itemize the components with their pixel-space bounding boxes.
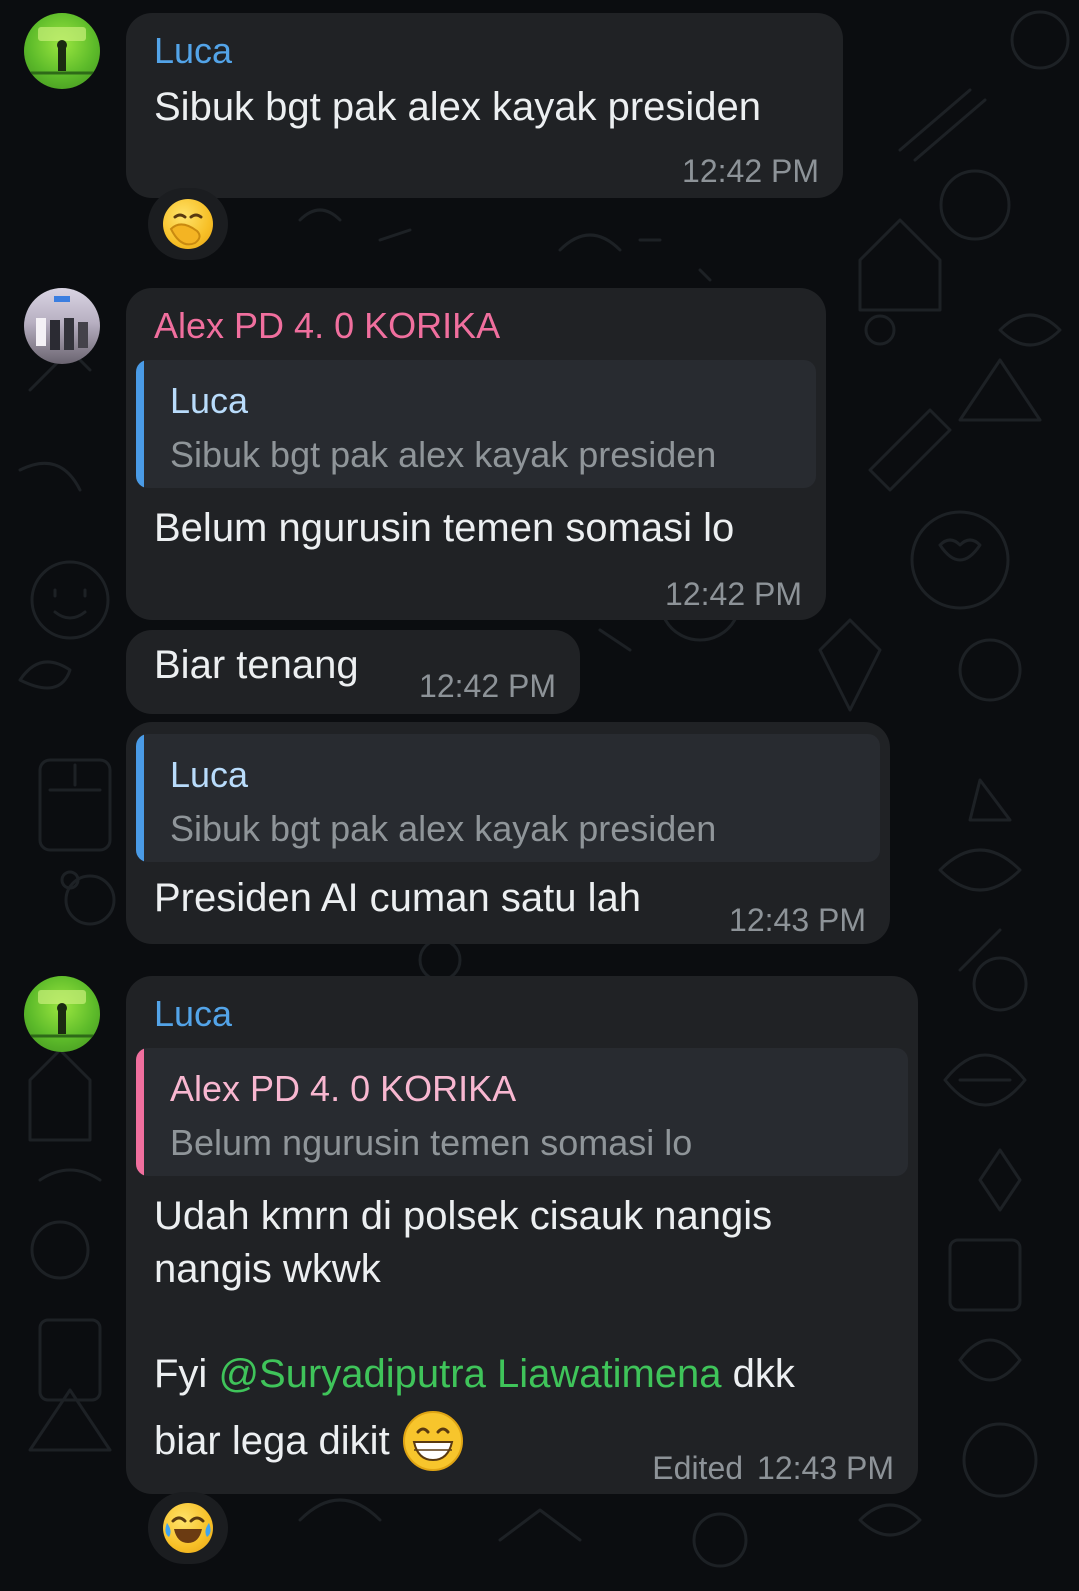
avatar-photo-icon: [36, 296, 88, 350]
message-text-fyi: Fyi: [154, 1352, 208, 1396]
reply-quote[interactable]: Alex PD 4. 0 KORIKA Belum ngurusin temen…: [136, 1048, 908, 1176]
quote-text: Sibuk bgt pak alex kayak presiden: [170, 808, 717, 849]
reaction[interactable]: [148, 1492, 228, 1564]
timestamp: 12:42 PM: [682, 153, 819, 189]
quote-bar: [136, 1048, 144, 1176]
message-text: biar lega dikit: [154, 1418, 390, 1463]
reply-quote[interactable]: Luca Sibuk bgt pak alex kayak presiden: [136, 360, 816, 488]
message-text-line: nangis wkwk: [154, 1247, 381, 1291]
message-bubble[interactable]: Alex PD 4. 0 KORIKA Luca Sibuk bgt pak a…: [126, 288, 826, 620]
sender-name[interactable]: Luca: [154, 993, 232, 1035]
edited-label: Edited: [652, 1450, 744, 1486]
timestamp-value: 12:43 PM: [757, 1450, 894, 1486]
sender-name[interactable]: Alex PD 4. 0 KORIKA: [154, 305, 500, 347]
message-text: Presiden AI cuman satu lah: [154, 876, 641, 920]
quote-sender: Luca: [170, 754, 249, 795]
timestamp: 12:42 PM: [665, 576, 802, 612]
quote-text: Sibuk bgt pak alex kayak presiden: [170, 434, 717, 475]
avatar-photo-icon: [24, 27, 100, 75]
reply-quote[interactable]: Luca Sibuk bgt pak alex kayak presiden: [136, 734, 880, 862]
message-bubble[interactable]: Biar tenang 12:42 PM: [126, 630, 580, 714]
message-text: Belum ngurusin temen somasi lo: [154, 506, 735, 550]
message-bubble[interactable]: Luca Sibuk bgt pak alex kayak presiden 1…: [126, 13, 843, 198]
chat-view[interactable]: Luca Sibuk bgt pak alex kayak presiden 1…: [0, 0, 1079, 1591]
message-text-after-mention: dkk: [732, 1352, 795, 1396]
face-with-tears-of-joy-emoji-icon: [163, 1503, 213, 1553]
message-text-line: biar lega dikit: [154, 1410, 464, 1472]
quote-text: Belum ngurusin temen somasi lo: [170, 1122, 693, 1163]
message-text: Biar tenang: [154, 643, 359, 687]
face-with-hand-over-mouth-emoji-icon: [163, 199, 213, 249]
quote-sender: Alex PD 4. 0 KORIKA: [170, 1068, 517, 1109]
timestamp: 12:43 PM: [729, 902, 866, 938]
quote-bar: [136, 734, 144, 862]
timestamp: Edited 12:43 PM: [652, 1450, 894, 1487]
avatar-luca[interactable]: [24, 13, 100, 89]
message-text-line: Udah kmrn di polsek cisauk nangis: [154, 1194, 773, 1238]
message-text-line: Fyi @Suryadiputra Liawatimena dkk: [154, 1348, 795, 1401]
mention-link[interactable]: @Suryadiputra Liawatimena: [218, 1352, 721, 1396]
reaction[interactable]: [148, 188, 228, 260]
avatar-alex[interactable]: [24, 288, 100, 364]
message-text: Sibuk bgt pak alex kayak presiden: [154, 85, 762, 129]
avatar-luca[interactable]: [24, 976, 100, 1052]
quote-bar: [136, 360, 144, 488]
sender-name[interactable]: Luca: [154, 30, 232, 72]
message-bubble[interactable]: Luca Alex PD 4. 0 KORIKA Belum ngurusin …: [126, 976, 918, 1494]
grinning-face-emoji-icon: [402, 1410, 464, 1472]
message-bubble[interactable]: Luca Sibuk bgt pak alex kayak presiden P…: [126, 722, 890, 944]
avatar-photo-icon: [24, 990, 100, 1038]
quote-sender: Luca: [170, 380, 249, 421]
timestamp: 12:42 PM: [419, 668, 556, 704]
